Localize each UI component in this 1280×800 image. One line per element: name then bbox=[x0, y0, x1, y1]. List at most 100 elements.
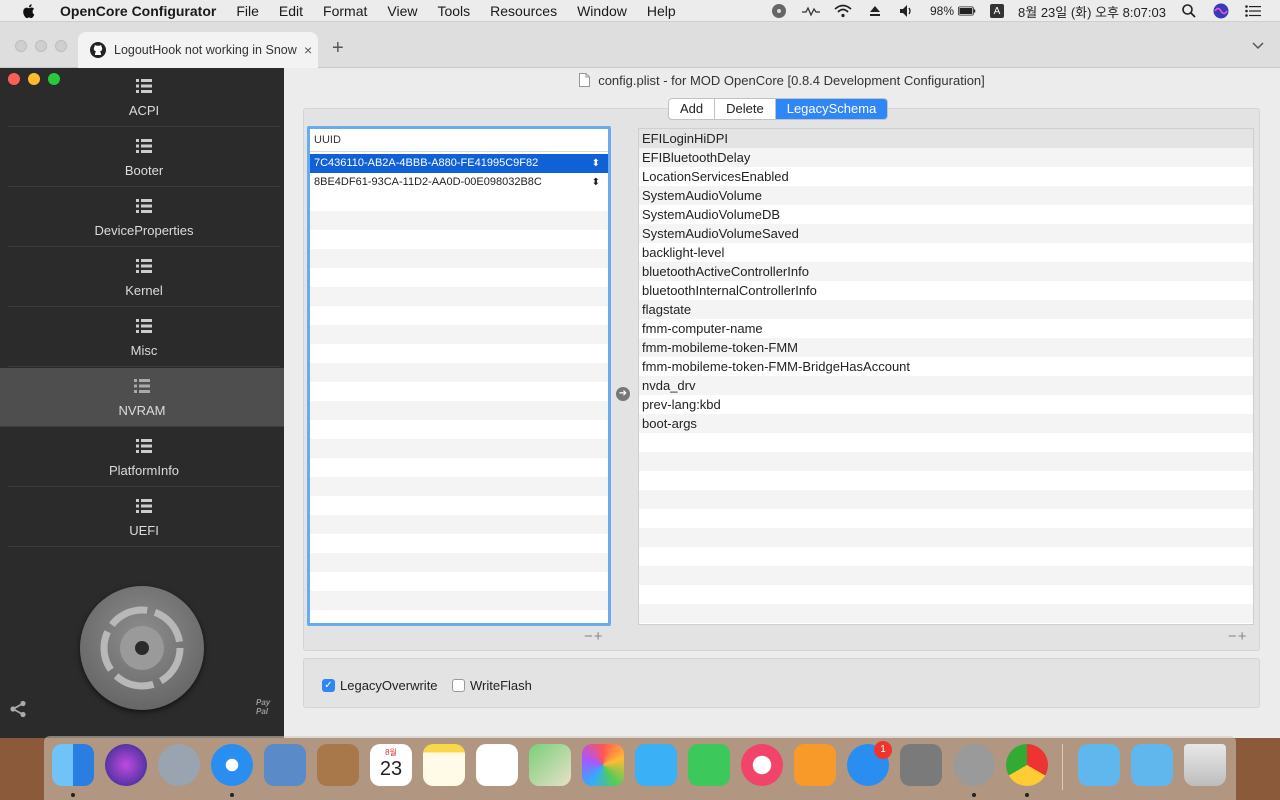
apple-icon[interactable] bbox=[20, 2, 38, 20]
wifi-icon[interactable] bbox=[834, 3, 852, 19]
battery-icon[interactable] bbox=[958, 3, 976, 19]
table-row[interactable]: 7C436110-AB2A-4BBB-A880-FE41995C9F82 ⬍ bbox=[310, 154, 608, 173]
menu-format[interactable]: Format bbox=[313, 3, 377, 19]
menubar-clock[interactable]: 8월 23일 (화) 오후 8:07:03 bbox=[1018, 2, 1166, 21]
dock-separator bbox=[1062, 744, 1063, 790]
facetime-icon[interactable] bbox=[688, 744, 730, 786]
table-row[interactable]: 8BE4DF61-93CA-11D2-AA0D-00E098032B8C ⬍ bbox=[310, 173, 608, 192]
siri-icon[interactable] bbox=[1212, 3, 1230, 19]
books-icon[interactable] bbox=[794, 744, 836, 786]
sidebar-item-booter[interactable]: Booter bbox=[8, 128, 280, 187]
sidebar-item-label: NVRAM bbox=[118, 403, 166, 418]
contacts-icon[interactable] bbox=[317, 744, 359, 786]
system-preferences-icon[interactable] bbox=[900, 744, 942, 786]
music-icon[interactable] bbox=[741, 744, 783, 786]
stepper-icon[interactable]: ⬍ bbox=[592, 173, 600, 192]
photos-icon[interactable] bbox=[582, 744, 624, 786]
paypal-button[interactable]: Pay Pal bbox=[256, 698, 270, 716]
mail-icon[interactable] bbox=[264, 744, 306, 786]
menu-tools[interactable]: Tools bbox=[427, 3, 480, 19]
finder-icon[interactable] bbox=[52, 744, 94, 786]
menu-window[interactable]: Window bbox=[567, 3, 637, 19]
table-row[interactable]: nvda_drv bbox=[639, 376, 1253, 395]
status-area: 98% A 8월 23일 (화) 오후 8:07:03 bbox=[756, 0, 1280, 22]
app-window: ACPI Booter DeviceProperties Kernel Misc… bbox=[0, 68, 1280, 738]
notification-center-icon[interactable] bbox=[1244, 3, 1262, 19]
downloads-folder-icon[interactable] bbox=[1131, 744, 1173, 786]
segment-legacy-schema[interactable]: LegacySchema bbox=[775, 99, 888, 119]
siri-app-icon[interactable] bbox=[105, 744, 147, 786]
menu-help[interactable]: Help bbox=[637, 3, 686, 19]
variables-table[interactable]: EFILoginHiDPI EFIBluetoothDelay Location… bbox=[638, 128, 1254, 625]
table-row[interactable]: EFILoginHiDPI bbox=[639, 129, 1253, 148]
menu-app-name[interactable]: OpenCore Configurator bbox=[54, 3, 226, 19]
maps-icon[interactable] bbox=[529, 744, 571, 786]
sidebar-item-platform-info[interactable]: PlatformInfo bbox=[8, 428, 280, 487]
browser-zoom-button[interactable] bbox=[55, 40, 67, 52]
table-row[interactable]: backlight-level bbox=[639, 243, 1253, 262]
window-title-bar: config.plist - for MOD OpenCore [0.8.4 D… bbox=[284, 68, 1280, 92]
table-row[interactable]: prev-lang:kbd bbox=[639, 395, 1253, 414]
table-row[interactable]: SystemAudioVolumeSaved bbox=[639, 224, 1253, 243]
eject-icon[interactable] bbox=[866, 3, 884, 19]
segment-add[interactable]: Add bbox=[669, 99, 716, 119]
table-row[interactable]: EFIBluetoothDelay bbox=[639, 148, 1253, 167]
menu-view[interactable]: View bbox=[377, 3, 427, 19]
messages-icon[interactable] bbox=[635, 744, 677, 786]
table-row[interactable]: fmm-mobileme-token-FMM-BridgeHasAccount bbox=[639, 357, 1253, 376]
calendar-icon[interactable]: 8월 23 bbox=[370, 744, 412, 786]
legacy-overwrite-checkbox[interactable]: ✓ LegacyOverwrite bbox=[322, 678, 438, 693]
write-flash-checkbox[interactable]: WriteFlash bbox=[452, 678, 532, 693]
browser-tab[interactable]: LogoutHook not working in Snow × bbox=[78, 32, 318, 68]
sidebar-item-misc[interactable]: Misc bbox=[8, 308, 280, 367]
variables-add-remove-buttons[interactable]: −+ bbox=[1228, 628, 1248, 645]
segment-delete[interactable]: Delete bbox=[715, 99, 776, 119]
chevron-down-icon[interactable] bbox=[1252, 40, 1264, 50]
reminders-icon[interactable] bbox=[476, 744, 518, 786]
browser-tab-strip: LogoutHook not working in Snow × + bbox=[0, 22, 1280, 68]
table-row[interactable]: fmm-mobileme-token-FMM bbox=[639, 338, 1253, 357]
volume-icon[interactable] bbox=[898, 3, 916, 19]
empty-row bbox=[639, 471, 1253, 490]
input-method-indicator[interactable]: A bbox=[990, 4, 1005, 18]
list-icon bbox=[136, 199, 152, 213]
new-tab-button[interactable]: + bbox=[332, 38, 344, 58]
chrome-icon[interactable] bbox=[1006, 744, 1048, 786]
uuid-table[interactable]: UUID 7C436110-AB2A-4BBB-A880-FE41995C9F8… bbox=[307, 126, 611, 626]
uuid-column-header[interactable]: UUID bbox=[310, 129, 608, 152]
table-row[interactable]: flagstate bbox=[639, 300, 1253, 319]
table-row[interactable]: bluetoothInternalControllerInfo bbox=[639, 281, 1253, 300]
browser-close-button[interactable] bbox=[15, 40, 27, 52]
table-row[interactable]: SystemAudioVolumeDB bbox=[639, 205, 1253, 224]
launchpad-icon[interactable] bbox=[158, 744, 200, 786]
checkmark-icon[interactable]: ✓ bbox=[322, 679, 335, 692]
sidebar-item-device-properties[interactable]: DeviceProperties bbox=[8, 188, 280, 247]
sidebar-item-uefi[interactable]: UEFI bbox=[8, 488, 280, 547]
sidebar-item-acpi[interactable]: ACPI bbox=[8, 68, 280, 127]
applications-folder-icon[interactable] bbox=[1078, 744, 1120, 786]
uuid-add-remove-buttons[interactable]: −+ bbox=[584, 628, 604, 645]
disk-icon[interactable] bbox=[770, 3, 788, 19]
spotlight-icon[interactable] bbox=[1180, 3, 1198, 19]
stepper-icon[interactable]: ⬍ bbox=[592, 154, 600, 173]
menu-resources[interactable]: Resources bbox=[480, 3, 567, 19]
share-icon[interactable] bbox=[9, 700, 27, 718]
trash-icon[interactable] bbox=[1184, 744, 1226, 786]
table-row[interactable]: bluetoothActiveControllerInfo bbox=[639, 262, 1253, 281]
notes-icon[interactable] bbox=[423, 744, 465, 786]
opencore-configurator-icon[interactable] bbox=[953, 744, 995, 786]
table-row[interactable]: LocationServicesEnabled bbox=[639, 167, 1253, 186]
table-row[interactable]: boot-args bbox=[639, 414, 1253, 433]
table-row[interactable]: fmm-computer-name bbox=[639, 319, 1253, 338]
browser-minimize-button[interactable] bbox=[35, 40, 47, 52]
tab-close-icon[interactable]: × bbox=[304, 42, 312, 58]
menu-edit[interactable]: Edit bbox=[269, 3, 313, 19]
sidebar-item-kernel[interactable]: Kernel bbox=[8, 248, 280, 307]
table-row[interactable]: SystemAudioVolume bbox=[639, 186, 1253, 205]
arrow-right-icon[interactable]: ➜ bbox=[616, 387, 630, 401]
activity-icon[interactable] bbox=[801, 3, 820, 19]
checkbox-box[interactable] bbox=[452, 679, 465, 692]
safari-icon[interactable] bbox=[211, 744, 253, 786]
sidebar-item-nvram[interactable]: NVRAM bbox=[0, 368, 284, 427]
menu-file[interactable]: File bbox=[226, 3, 269, 19]
